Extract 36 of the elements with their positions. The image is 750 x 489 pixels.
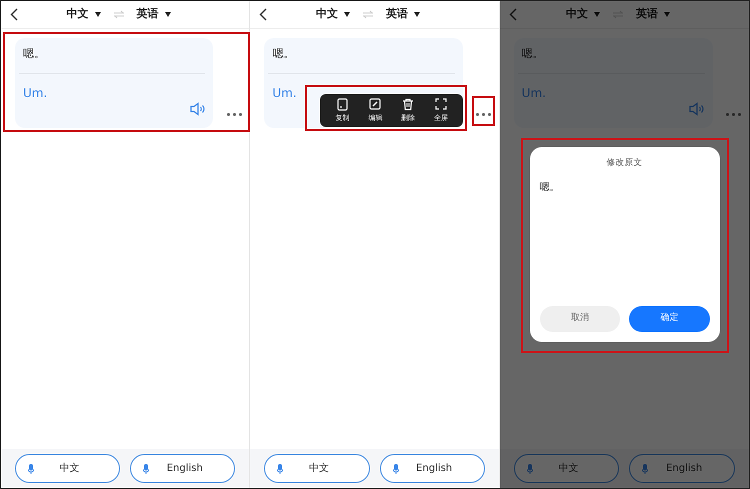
language-selector[interactable]: 英语 [136,6,159,23]
microphone-icon [277,464,284,474]
trash-icon [402,98,414,111]
caret-icon[interactable] [164,12,171,17]
microphone-icon [392,464,398,474]
microphone-icon [143,464,150,474]
caret-icon[interactable] [414,12,420,17]
fullscreen-icon [434,98,447,111]
back-icon[interactable] [10,8,18,21]
mic-button[interactable]: 中文 [15,454,120,483]
translation-text: Um. [520,84,547,102]
speaker-icon[interactable] [190,102,206,116]
cancel-button[interactable]: 取消 [540,306,620,332]
text-input[interactable]: 嗯。 [540,180,710,306]
dialog-title: 修改原文 [606,157,644,170]
source-text: 嗯。 [520,46,545,62]
speaker-icon[interactable] [688,102,705,116]
mic-button[interactable]: 中文 [264,454,370,483]
caret-icon[interactable] [344,12,350,17]
microphone-icon [642,464,648,474]
source-text: 嗯。 [22,46,46,62]
source-text: 嗯。 [271,46,296,62]
confirm-button[interactable]: 确定 [629,306,710,332]
translation-text: Um. [22,84,48,102]
back-icon[interactable] [259,8,268,21]
language-selector[interactable]: 中文 [316,6,338,23]
mic-button[interactable]: English [130,454,236,483]
copy-icon [336,98,349,111]
language-selector[interactable]: 英语 [386,6,408,23]
caret-icon[interactable] [94,12,101,17]
edit-icon [369,98,382,111]
microphone-icon [526,464,533,474]
mic-button[interactable]: English [380,454,485,483]
language-selector[interactable]: 中文 [66,6,89,23]
microphone-icon [28,464,34,474]
translation-text: Um. [271,84,298,102]
